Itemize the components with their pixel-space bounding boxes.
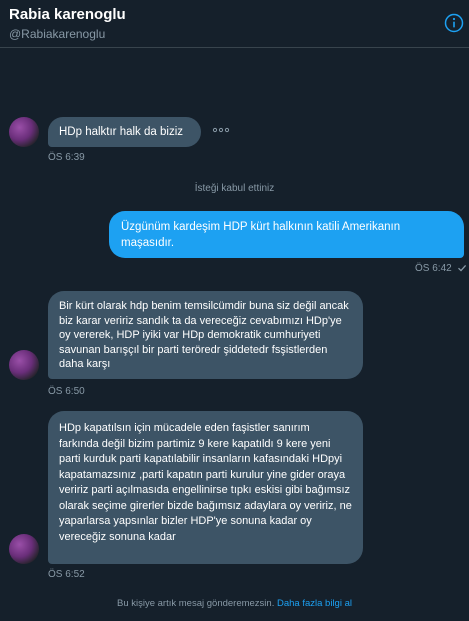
message-timestamp: ÖS 6:50: [48, 386, 85, 397]
message-meta: ÖS 6:42: [415, 263, 467, 274]
info-icon[interactable]: [444, 13, 464, 33]
learn-more-link[interactable]: Daha fazla bilgi al: [277, 598, 352, 609]
avatar[interactable]: [9, 534, 39, 564]
message-bubble-incoming: Bir kürt olarak hdp benim temsilcümdir b…: [48, 291, 363, 379]
message-bubble-incoming: HDp kapatılsın için mücadele eden faşist…: [48, 411, 363, 564]
message-timestamp: ÖS 6:52: [48, 569, 85, 580]
system-notice: İsteği kabul ettiniz: [194, 183, 275, 194]
message-timestamp: ÖS 6:39: [48, 152, 85, 163]
avatar[interactable]: [9, 350, 39, 380]
message-bubble-outgoing: Üzgünüm kardeşim HDP kürt halkının katil…: [109, 211, 464, 258]
conversation-header: Rabia karenoglu @Rabiakarenoglu: [0, 0, 469, 48]
contact-handle: @Rabiakarenoglu: [9, 27, 106, 41]
blocked-notice-text: Bu kişiye artık mesaj gönderemezsin.: [117, 598, 275, 609]
more-options-icon[interactable]: [211, 125, 231, 135]
check-icon: [458, 264, 467, 272]
message-bubble-incoming: HDp halktır halk da biziz: [48, 117, 201, 147]
message-timestamp: ÖS 6:42: [415, 263, 452, 274]
blocked-notice: Bu kişiye artık mesaj gönderemezsin. Dah…: [0, 598, 469, 609]
contact-name[interactable]: Rabia karenoglu: [9, 6, 126, 23]
avatar[interactable]: [9, 117, 39, 147]
